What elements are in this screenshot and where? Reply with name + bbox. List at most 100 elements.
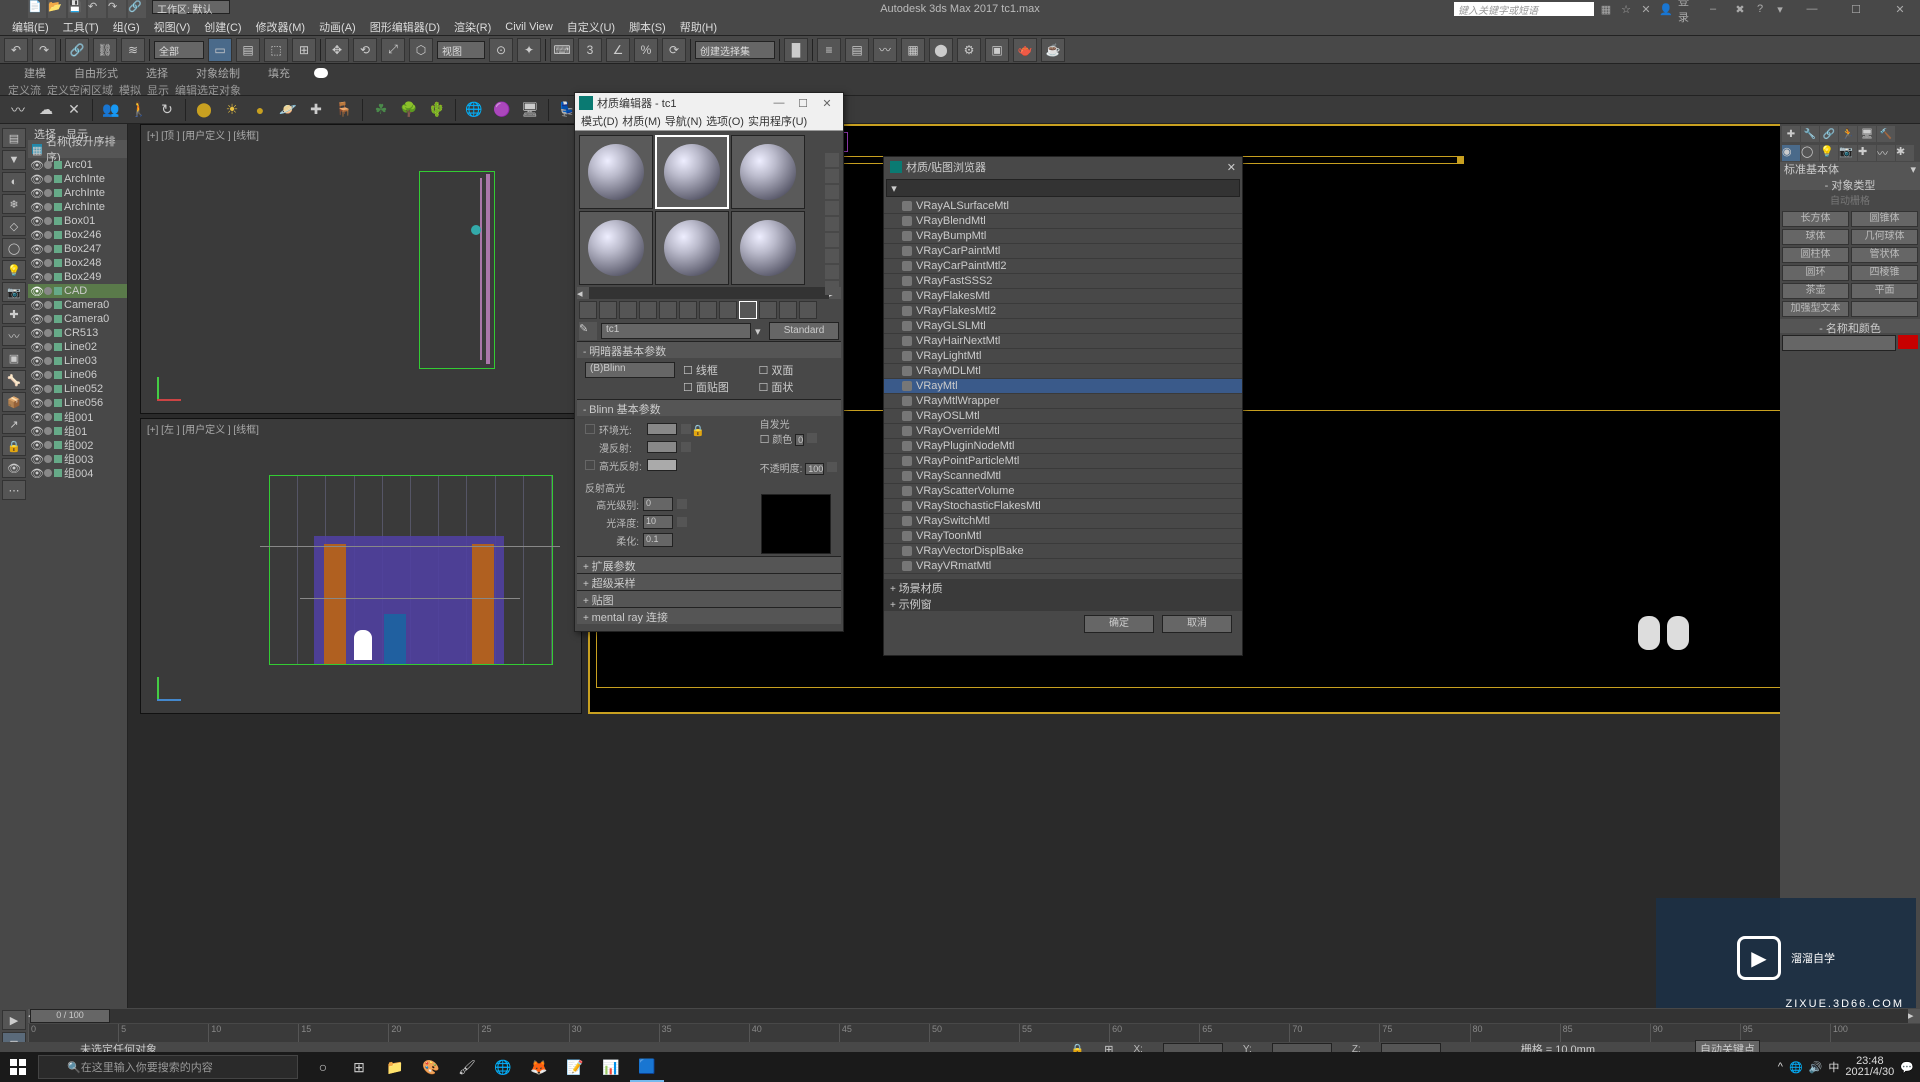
material-list-item[interactable]: VRayGLSLMtl bbox=[884, 319, 1242, 334]
faceted-checkbox[interactable]: ☐ 面状 bbox=[759, 379, 834, 395]
material-list-item[interactable]: VRayFlakesMtl bbox=[884, 289, 1242, 304]
geometry-cat-icon[interactable]: ◉ bbox=[1782, 145, 1800, 161]
scene-row[interactable]: 👁组003 bbox=[28, 452, 127, 466]
freeze-dot-icon[interactable] bbox=[44, 371, 52, 379]
tab-freeform[interactable]: 自由形式 bbox=[60, 63, 132, 83]
time-ruler[interactable]: 0510152025303540455055606570758085909510… bbox=[28, 1024, 1920, 1042]
exchange2-icon[interactable]: ✖ bbox=[1732, 2, 1748, 16]
user-icon[interactable]: 👤 bbox=[1658, 2, 1674, 16]
material-list-item[interactable]: VRayMtlWrapper bbox=[884, 394, 1242, 409]
cameras-cat-icon[interactable]: 📷 bbox=[1839, 145, 1857, 161]
tab-modeling[interactable]: 建模 bbox=[10, 63, 60, 83]
specular-color-swatch[interactable] bbox=[647, 459, 677, 471]
tray-notif-icon[interactable]: 💬 bbox=[1900, 1061, 1914, 1074]
redo-icon[interactable]: ↷ bbox=[32, 38, 56, 62]
freeze-dot-icon[interactable] bbox=[44, 245, 52, 253]
menu-civilview[interactable]: Civil View bbox=[499, 21, 558, 33]
shapes-icon[interactable]: ◯ bbox=[2, 238, 26, 258]
go-parent-icon[interactable] bbox=[779, 301, 797, 319]
material-list-item[interactable]: VRayFastSSS2 bbox=[884, 274, 1242, 289]
bind-icon[interactable]: ≋ bbox=[121, 38, 145, 62]
material-list-item[interactable]: VRayVRmatMtl bbox=[884, 559, 1242, 574]
qat-save-icon[interactable]: 💾 bbox=[68, 0, 86, 18]
make-copy-icon[interactable] bbox=[659, 301, 677, 319]
visibility-icon[interactable]: 👁 bbox=[30, 187, 42, 199]
task-explorer-icon[interactable]: 📁 bbox=[378, 1052, 412, 1082]
spinner-snap-icon[interactable]: ⟳ bbox=[662, 38, 686, 62]
primitive-button[interactable]: 平面 bbox=[1851, 283, 1918, 299]
task-firefox-icon[interactable]: 🦊 bbox=[522, 1052, 556, 1082]
close-button[interactable]: ✕ bbox=[1880, 0, 1920, 18]
explorer-icon[interactable]: ▤ bbox=[2, 128, 26, 148]
freeze-dot-icon[interactable] bbox=[44, 175, 52, 183]
tray-vol-icon[interactable]: 🔊 bbox=[1809, 1061, 1823, 1074]
material-type-button[interactable]: Standard bbox=[769, 322, 839, 340]
primitive-button[interactable]: 管状体 bbox=[1851, 247, 1918, 263]
mat-menu-navigation[interactable]: 导航(N) bbox=[665, 113, 702, 130]
manip-icon[interactable]: ✦ bbox=[517, 38, 541, 62]
material-list-item[interactable]: VRayLightMtl bbox=[884, 349, 1242, 364]
helpers-cat-icon[interactable]: ✚ bbox=[1858, 145, 1876, 161]
reset-map-icon[interactable] bbox=[639, 301, 657, 319]
link-icon[interactable]: 🔗 bbox=[65, 38, 89, 62]
freeze-dot-icon[interactable] bbox=[44, 427, 52, 435]
browser-close-button[interactable]: ✕ bbox=[1227, 161, 1236, 174]
tab-selection[interactable]: 选择 bbox=[132, 63, 182, 83]
material-editor-icon[interactable]: ⬤ bbox=[929, 38, 953, 62]
scene-row[interactable]: 👁Line052 bbox=[28, 382, 127, 396]
mat-minimize-button[interactable]: — bbox=[767, 97, 791, 109]
schematic-icon[interactable]: ▦ bbox=[901, 38, 925, 62]
dd-icon[interactable]: ▾ bbox=[1772, 2, 1788, 16]
diffuse-map-button[interactable] bbox=[681, 442, 691, 452]
edit-cactus-icon[interactable]: 🌵 bbox=[427, 100, 447, 120]
menu-scripting[interactable]: 脚本(S) bbox=[623, 19, 672, 35]
menu-group[interactable]: 组(G) bbox=[107, 19, 146, 35]
disp-ball-icon[interactable]: ● bbox=[250, 100, 270, 120]
hidden-icon[interactable]: 👁 bbox=[2, 458, 26, 478]
lights-cat-icon[interactable]: 💡 bbox=[1820, 145, 1838, 161]
globe1-icon[interactable]: 🌐 bbox=[464, 100, 484, 120]
rotate-icon[interactable]: ⟲ bbox=[353, 38, 377, 62]
visibility-icon[interactable]: 👁 bbox=[30, 215, 42, 227]
dash-icon[interactable]: – bbox=[1698, 2, 1728, 16]
freeze-dot-icon[interactable] bbox=[44, 231, 52, 239]
utilities-tab-icon[interactable]: 🔨 bbox=[1877, 126, 1895, 142]
named-selection-dropdown[interactable]: 创建选择集 bbox=[695, 41, 775, 59]
put-to-scene-icon[interactable] bbox=[599, 301, 617, 319]
populate-idle-icon[interactable]: ☁ bbox=[36, 100, 56, 120]
select-by-mat-icon[interactable] bbox=[825, 265, 839, 279]
scene-row[interactable]: 👁CAD bbox=[28, 284, 127, 298]
misc-icon[interactable]: ⋯ bbox=[2, 480, 26, 500]
mat-menu-material[interactable]: 材质(M) bbox=[622, 113, 661, 130]
menu-grapheditors[interactable]: 图形编辑器(D) bbox=[364, 19, 446, 35]
freeze-dot-icon[interactable] bbox=[44, 259, 52, 267]
snap-icon[interactable]: 3 bbox=[578, 38, 602, 62]
freeze-dot-icon[interactable] bbox=[44, 343, 52, 351]
vp-left-label[interactable]: [+] [左 ] [用户定义 ] [线框] bbox=[147, 421, 259, 436]
diffuse-color-swatch[interactable] bbox=[647, 441, 677, 453]
primitive-button[interactable]: 茶壶 bbox=[1782, 283, 1849, 299]
percent-snap-icon[interactable]: % bbox=[634, 38, 658, 62]
scene-row[interactable]: 👁Line056 bbox=[28, 396, 127, 410]
make-unique-icon[interactable] bbox=[679, 301, 697, 319]
browser-cancel-button[interactable]: 取消 bbox=[1162, 615, 1232, 633]
sim-walk-icon[interactable]: 🚶 bbox=[129, 100, 149, 120]
scene-row[interactable]: 👁Line06 bbox=[28, 368, 127, 382]
scene-row[interactable]: 👁Box247 bbox=[28, 242, 127, 256]
video-check-icon[interactable] bbox=[825, 217, 839, 231]
lights-icon[interactable]: 💡 bbox=[2, 260, 26, 280]
freeze-icon[interactable]: ❄ bbox=[2, 194, 26, 214]
visibility-icon[interactable]: 👁 bbox=[30, 313, 42, 325]
ribbon-sub-1[interactable]: 定义流 bbox=[8, 82, 41, 95]
tray-ime-icon[interactable]: 中 bbox=[1828, 1059, 1839, 1075]
spacewarps-cat-icon[interactable]: 〰 bbox=[1877, 145, 1895, 161]
visibility-icon[interactable]: 👁 bbox=[30, 285, 42, 297]
workspace-dropdown[interactable]: 工作区: 默认 bbox=[152, 0, 230, 14]
disp-sun-icon[interactable]: ☀ bbox=[222, 100, 242, 120]
ribbon-sub-4[interactable]: 显示 bbox=[147, 82, 169, 95]
wire-checkbox[interactable]: ☐ 线框 bbox=[683, 362, 758, 378]
go-sibling-icon[interactable] bbox=[799, 301, 817, 319]
visibility-icon[interactable]: 👁 bbox=[30, 467, 42, 479]
sample-slot[interactable] bbox=[731, 135, 805, 209]
globe2-icon[interactable]: 🟣 bbox=[492, 100, 512, 120]
